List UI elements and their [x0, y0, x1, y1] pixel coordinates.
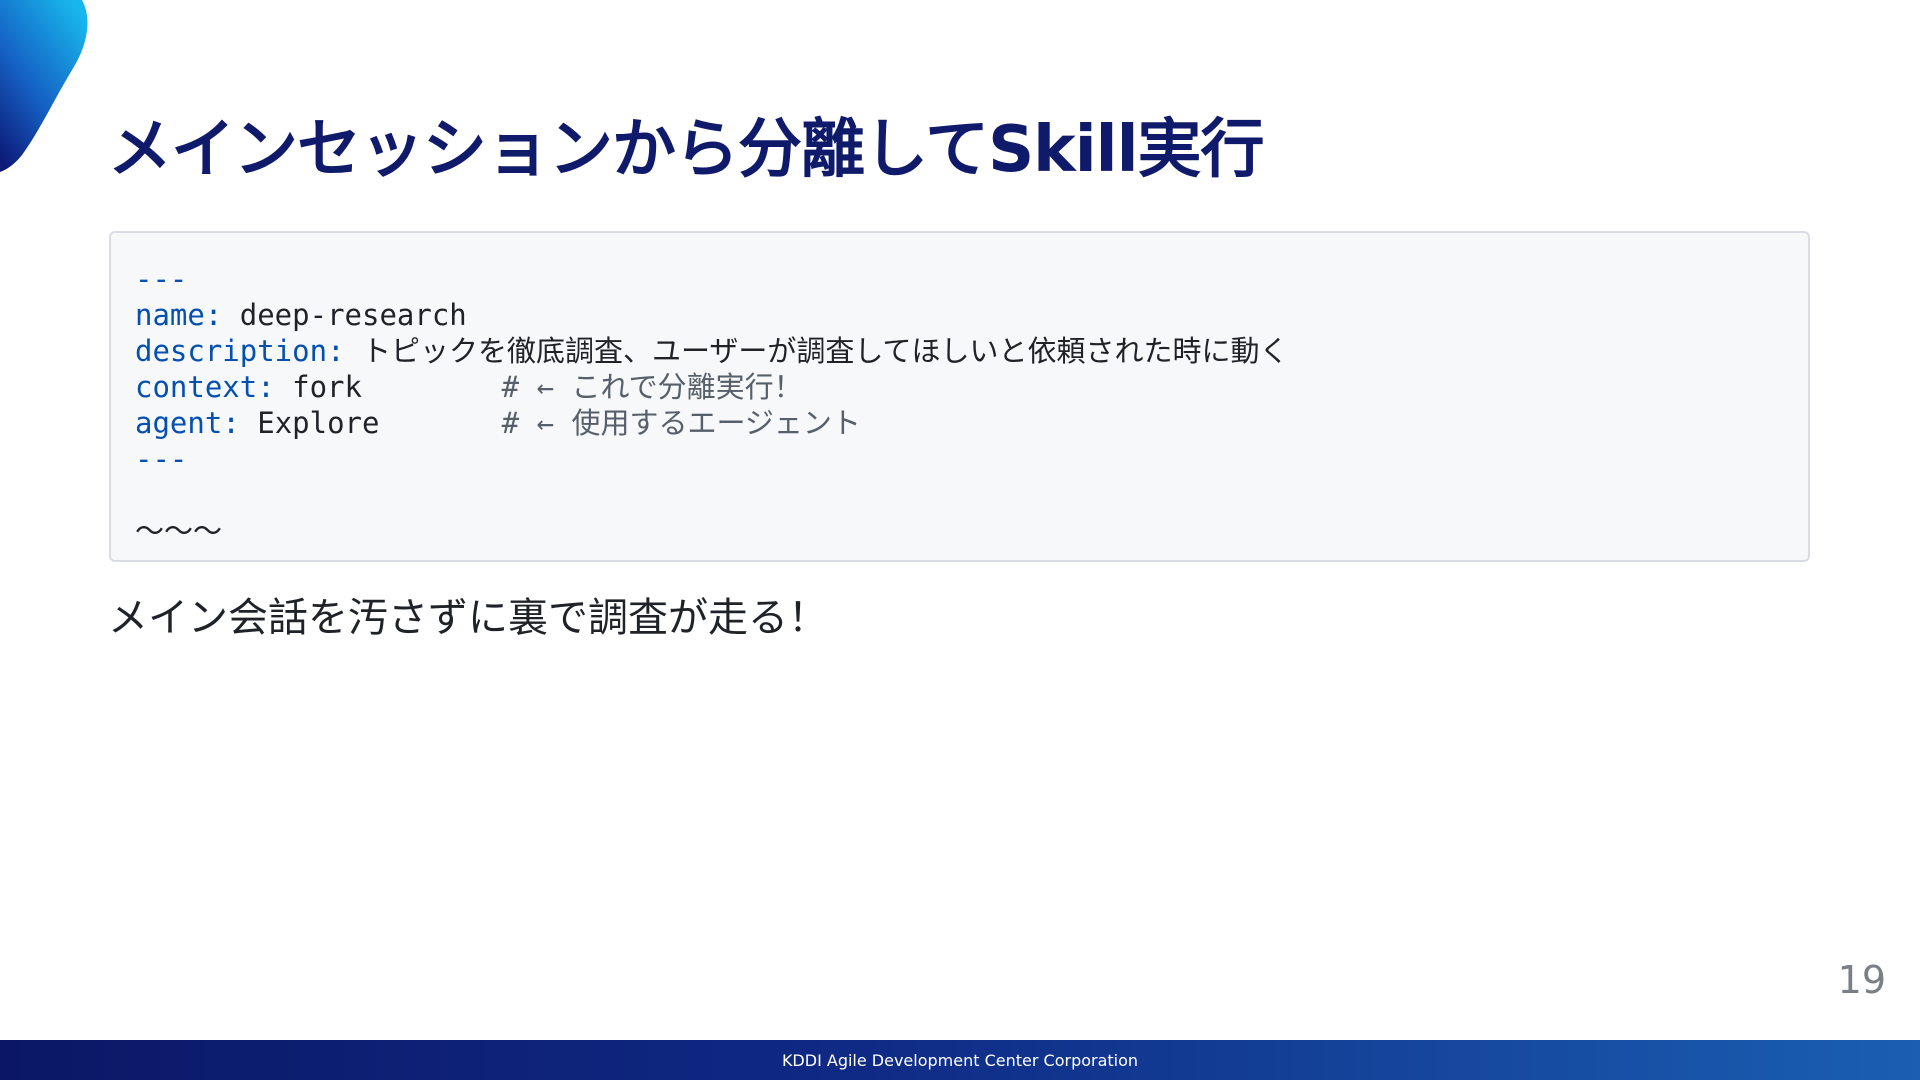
- code-value-agent: Explore: [257, 406, 380, 440]
- corner-decoration: [0, 0, 88, 172]
- code-key-description: description: [135, 334, 328, 368]
- code-key-name: name: [135, 298, 205, 332]
- slide-note: メイン会話を汚さずに裏で調査が走る！: [108, 595, 828, 641]
- code-value-context: fork: [292, 370, 362, 404]
- code-line-ellipsis: 〜〜〜: [135, 514, 223, 548]
- code-line-agent: agent: Explore # ← 使用するエージェント: [135, 406, 861, 440]
- code-key-agent: agent: [135, 406, 223, 440]
- code-line-frontmatter-end: ---: [135, 442, 188, 476]
- page-number: 19: [1837, 958, 1886, 1002]
- code-block: --- name: deep-research description: トピックを…: [109, 231, 1810, 562]
- code-value-name: deep-research: [239, 298, 467, 332]
- code-comment-context: # ← これで分離実行！: [501, 370, 803, 404]
- slide-title: メインセッションから分離してSkill実行: [108, 113, 1265, 187]
- code-line-description: description: トピックを徹底調査、ユーザーが調査してほしいと依頼され…: [135, 334, 1289, 368]
- code-line-context: context: fork # ← これで分離実行！: [135, 370, 803, 404]
- code-line-name: name: deep-research: [135, 298, 467, 332]
- code-comment-agent: # ← 使用するエージェント: [501, 406, 861, 440]
- code-key-context: context: [135, 370, 258, 404]
- code-value-description: トピックを徹底調査、ユーザーが調査してほしいと依頼された時に動く: [361, 334, 1289, 368]
- code-line-frontmatter-start: ---: [135, 262, 188, 296]
- code-content: --- name: deep-research description: トピックを…: [135, 261, 1289, 549]
- footer-company-name: KDDI Agile Development Center Corporatio…: [781, 1050, 1139, 1070]
- footer-bar: KDDI Agile Development Center Corporatio…: [0, 1040, 1920, 1080]
